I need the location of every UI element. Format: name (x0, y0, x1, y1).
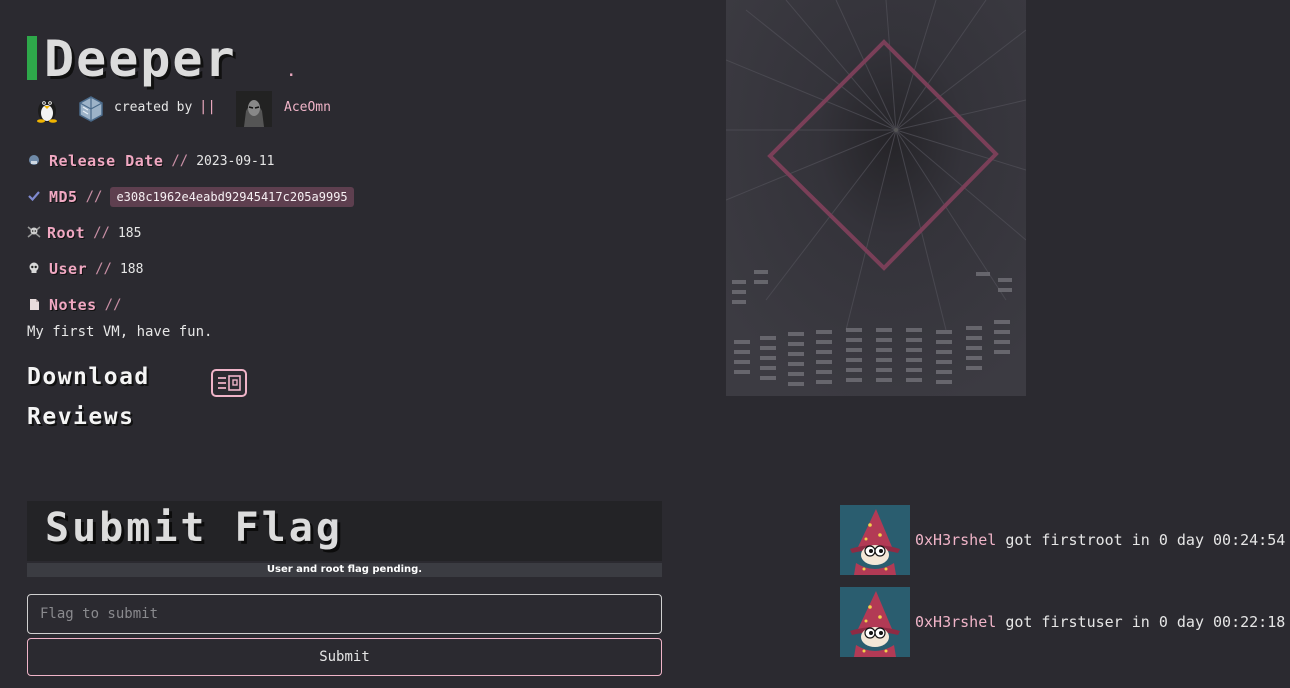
submit-flag-header: Submit Flag (27, 501, 662, 561)
skull-crossbones-icon (27, 226, 41, 240)
activity-username[interactable]: 0xH3rshel (915, 531, 996, 549)
checkmark-icon (27, 190, 41, 204)
user-row: User // 188 (27, 260, 143, 278)
activity-description: got firstroot in 0 day 00:24:54 (1005, 531, 1286, 549)
title-suffix: . (287, 64, 296, 80)
md5-hash-badge[interactable]: e308c1962e4eabd92945417c205a9995 (110, 187, 354, 207)
machine-page: Deeper . created by || AceOmn Release Da… (0, 0, 1290, 688)
download-heading: Download (27, 364, 150, 390)
root-slashes: // (93, 225, 110, 241)
md5-row: MD5 // e308c1962e4eabd92945417c205a9995 (27, 187, 354, 207)
title-accent-bar (27, 36, 37, 80)
release-date-row: Release Date // 2023-09-11 (27, 152, 275, 170)
user-count: 188 (119, 261, 144, 277)
created-by-label: created by (114, 100, 193, 115)
md5-label: MD5 (49, 188, 78, 206)
notes-text: My first VM, have fun. (27, 324, 213, 340)
flag-status-bar: User and root flag pending. (27, 563, 662, 577)
release-date-slashes: // (171, 153, 189, 169)
submit-flag-button[interactable]: Submit (27, 638, 662, 676)
notes-label: Notes (49, 296, 97, 314)
wizard-avatar[interactable] (840, 505, 910, 575)
machine-title: Deeper (44, 30, 237, 88)
notes-slashes: // (104, 297, 122, 313)
release-date-value: 2023-09-11 (196, 153, 275, 169)
user-label: User (49, 260, 88, 278)
activity-text: 0xH3rshel got firstuser in 0 day 00:22:1… (915, 613, 1285, 631)
root-label: Root (47, 224, 86, 242)
skull-icon (27, 262, 41, 276)
author-link[interactable]: AceOmn (284, 100, 331, 115)
root-count: 185 (117, 225, 142, 241)
activity-description: got firstuser in 0 day 00:22:18 (1005, 613, 1286, 631)
calendar-icon (27, 154, 41, 168)
download-icon (218, 375, 241, 391)
virtualbox-icon (76, 94, 106, 124)
notes-row: Notes // (27, 296, 130, 314)
note-icon (27, 298, 41, 312)
creator-separator: || (199, 99, 216, 115)
reviews-heading: Reviews (27, 404, 135, 430)
submit-flag-title: Submit Flag (45, 505, 343, 551)
md5-slashes: // (85, 189, 103, 205)
flag-input[interactable] (27, 594, 662, 634)
activity-item: 0xH3rshel got firstuser in 0 day 00:22:1… (840, 587, 1285, 657)
activity-username[interactable]: 0xH3rshel (915, 613, 996, 631)
user-slashes: // (95, 261, 112, 277)
machine-artwork (726, 0, 1026, 396)
release-date-label: Release Date (49, 152, 164, 170)
linux-tux-icon (33, 95, 61, 123)
root-row: Root // 185 (27, 224, 141, 242)
author-avatar[interactable] (236, 91, 272, 127)
download-button[interactable] (211, 369, 247, 397)
wizard-avatar[interactable] (840, 587, 910, 657)
activity-item: 0xH3rshel got firstroot in 0 day 00:24:5… (840, 505, 1285, 575)
activity-text: 0xH3rshel got firstroot in 0 day 00:24:5… (915, 531, 1285, 549)
